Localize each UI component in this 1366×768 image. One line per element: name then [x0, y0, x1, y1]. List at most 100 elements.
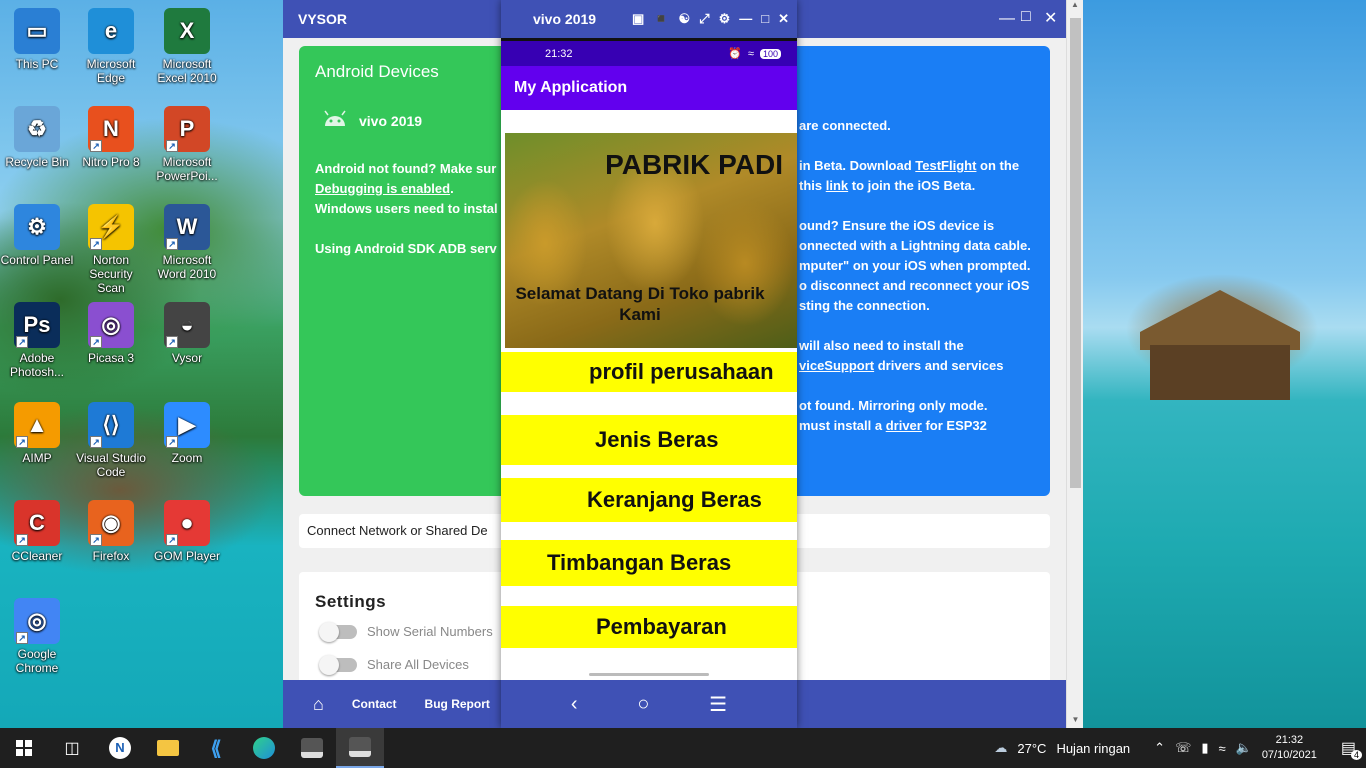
contact-link[interactable]: Contact — [352, 697, 397, 711]
camera-icon[interactable]: ▣ — [632, 11, 644, 27]
home-circle-icon[interactable]: ○ — [637, 693, 649, 716]
video-icon[interactable]: ◾ — [653, 11, 669, 27]
cloud-rain-icon[interactable]: ☁ — [994, 740, 1007, 756]
taskbar-vysor[interactable] — [288, 728, 336, 768]
app-bar: My Application — [501, 66, 797, 110]
volume-icon[interactable]: 🔈 — [1236, 740, 1252, 756]
home-icon[interactable]: ⌂ — [313, 694, 324, 715]
shortcut-arrow-icon: ↗ — [166, 238, 178, 250]
gesture-bar[interactable] — [589, 673, 709, 676]
testflight-link[interactable]: TestFlight — [915, 158, 976, 173]
maximize-icon[interactable]: □ — [1021, 8, 1031, 26]
ios-beta-c: this — [799, 178, 826, 193]
esp32-driver-link[interactable]: driver — [886, 418, 922, 433]
desktop-icon[interactable]: ⟨⟩ ↗ Visual Studio Code — [74, 402, 148, 479]
desktop-icon[interactable]: C ↗ CCleaner — [0, 500, 74, 563]
device-support-link[interactable]: viceSupport — [799, 358, 874, 373]
desktop-icon[interactable]: ◎ ↗ Google Chrome — [0, 598, 74, 675]
battery-tray-icon[interactable]: ▮ — [1201, 740, 1208, 756]
weather-desc[interactable]: Hujan ringan — [1056, 741, 1130, 756]
desktop-icon[interactable]: W ↗ Microsoft Word 2010 — [150, 204, 224, 281]
desktop-icon[interactable]: ◎ ↗ Picasa 3 — [74, 302, 148, 365]
debugging-link[interactable]: Debugging is enabled — [315, 181, 450, 196]
menu-pembayaran-label: Pembayaran — [596, 614, 727, 639]
scrollbar-thumb[interactable] — [1070, 18, 1081, 488]
vysor-taskbar-icon — [301, 738, 323, 758]
scroll-down-icon[interactable]: ▼ — [1067, 715, 1084, 724]
meet-icon[interactable]: ☏ — [1175, 740, 1191, 756]
task-view-button[interactable]: ◫ — [48, 728, 96, 768]
menu-pembayaran-button[interactable]: Pembayaran — [501, 606, 797, 648]
mirror-only-text: ot found. Mirroring only mode. — [799, 398, 988, 413]
android-icon — [321, 110, 349, 131]
desktop-icon[interactable]: X Microsoft Excel 2010 — [150, 8, 224, 85]
desktop-icon[interactable]: e Microsoft Edge — [74, 8, 148, 85]
back-icon[interactable]: ‹ — [571, 693, 578, 716]
start-button[interactable] — [0, 728, 48, 768]
phone-minimize-icon[interactable]: — — [739, 11, 752, 27]
desktop-icon[interactable]: N ↗ Nitro Pro 8 — [74, 106, 148, 169]
phone-title-bar[interactable]: vivo 2019 ▣ ◾ ☯ ⤢ ⚙ — □ ✕ — [501, 0, 797, 38]
taskbar-vscode[interactable]: ⟪ — [192, 728, 240, 768]
show-serial-toggle[interactable] — [319, 621, 357, 642]
minimize-icon[interactable]: — — [999, 10, 1015, 28]
desktop-icon[interactable]: ● ↗ GOM Player — [150, 500, 224, 563]
menu-profil-button[interactable]: profil perusahaan — [501, 352, 797, 392]
notification-icon[interactable]: ▤ 4 — [1341, 738, 1362, 760]
desktop-icon[interactable]: ▭ This PC — [0, 8, 74, 71]
aimp-icon: ▲ ↗ — [14, 402, 60, 448]
close-icon[interactable]: ✕ — [1044, 8, 1057, 28]
desktop-icon-label: Microsoft Excel 2010 — [157, 57, 217, 85]
desktop-icon-label: Microsoft PowerPoi... — [156, 155, 218, 183]
ios-connected-text: are connected. — [799, 118, 891, 133]
menu-keranjang-button[interactable]: Keranjang Beras — [501, 478, 797, 522]
menu-timbangan-button[interactable]: Timbangan Beras — [501, 540, 797, 586]
network-icon[interactable]: ≈ — [1218, 741, 1225, 756]
taskbar-edge[interactable] — [240, 728, 288, 768]
shortcut-arrow-icon: ↗ — [166, 534, 178, 546]
shortcut-arrow-icon: ↗ — [90, 140, 102, 152]
desktop-icon[interactable]: ◉ ↗ Firefox — [74, 500, 148, 563]
menu-icon[interactable]: ☰ — [709, 692, 727, 717]
shortcut-arrow-icon: ↗ — [166, 436, 178, 448]
desktop-icon[interactable]: ⚡ ↗ Norton Security Scan — [74, 204, 148, 295]
phone-close-icon[interactable]: ✕ — [778, 11, 789, 27]
ios-beta-link[interactable]: link — [826, 178, 848, 193]
status-time: 21:32 — [545, 47, 573, 60]
desktop-icon-label: Microsoft Word 2010 — [157, 253, 217, 281]
bug-report-link[interactable]: Bug Report — [425, 697, 490, 711]
desktop-icon-label: GOM Player — [153, 549, 220, 563]
control-panel-icon: ⚙ — [14, 204, 60, 250]
shortcut-arrow-icon: ↗ — [16, 632, 28, 644]
weather-temp[interactable]: 27°C — [1017, 741, 1046, 756]
edge-taskbar-icon — [253, 737, 275, 759]
desktop-icon[interactable]: P ↗ Microsoft PowerPoi... — [150, 106, 224, 183]
headphones-icon[interactable]: ☯ — [679, 11, 691, 27]
phone-maximize-icon[interactable]: □ — [761, 11, 769, 27]
vysor-scrollbar[interactable]: ▲ ▼ — [1066, 0, 1083, 728]
task-view-icon: ◫ — [64, 740, 80, 757]
taskbar-vysor-active[interactable] — [336, 728, 384, 768]
computer-icon: ▭ — [14, 8, 60, 54]
clock[interactable]: 21:32 07/10/2021 — [1262, 733, 1317, 763]
fullscreen-icon[interactable]: ⤢ — [699, 11, 709, 27]
share-all-toggle[interactable] — [319, 654, 357, 675]
taskbar-file-explorer[interactable] — [144, 728, 192, 768]
desktop-icon[interactable]: ⚙ Control Panel — [0, 204, 74, 267]
chevron-up-icon[interactable]: ⌃ — [1154, 740, 1165, 756]
desktop-icon[interactable]: ♻ Recycle Bin — [0, 106, 74, 169]
ios-beta-text: in Beta. Download TestFlight on the this… — [799, 156, 1034, 196]
desktop-icon[interactable]: ▶ ↗ Zoom — [150, 402, 224, 465]
phone-screen[interactable]: 21:32 ⏰ ≈ 100 My Application PABRIK PADI… — [501, 38, 797, 680]
desktop-icon-label: AIMP — [22, 451, 52, 465]
desktop-icon[interactable]: ◒ ↗ Vysor — [150, 302, 224, 365]
ios-drivers-1: will also need to install the — [799, 338, 964, 353]
scroll-up-icon[interactable]: ▲ — [1067, 0, 1083, 9]
vscode-icon: ⟨⟩ ↗ — [88, 402, 134, 448]
banner-image: PABRIK PADI Selamat Datang Di Toko pabri… — [505, 133, 797, 348]
menu-jenis-button[interactable]: Jenis Beras — [501, 415, 797, 465]
desktop-icon[interactable]: Ps ↗ Adobe Photosh... — [0, 302, 74, 379]
taskbar-nitro[interactable]: N — [96, 728, 144, 768]
gear-icon[interactable]: ⚙ — [719, 11, 731, 27]
desktop-icon[interactable]: ▲ ↗ AIMP — [0, 402, 74, 465]
